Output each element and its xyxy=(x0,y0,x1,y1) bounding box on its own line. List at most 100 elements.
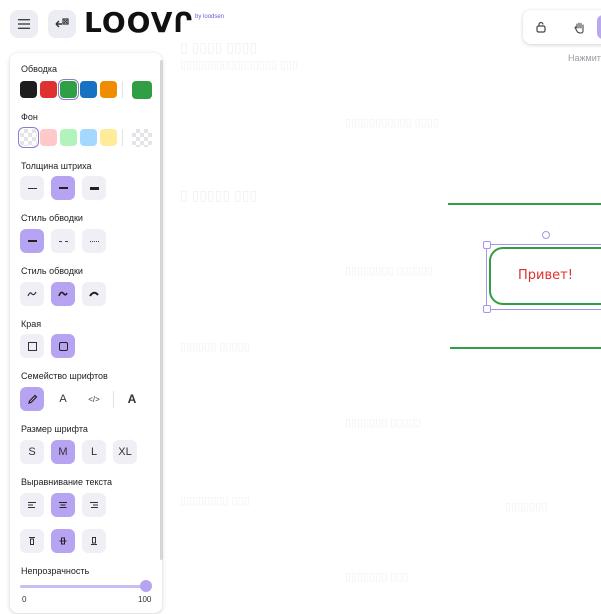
font-code-button[interactable]: </> xyxy=(82,387,106,411)
divider xyxy=(113,391,114,408)
ghost-text: ▯ ▯▯▯▯ ▯▯▯▯ xyxy=(180,39,258,55)
valign-bottom-icon xyxy=(91,537,97,546)
stroke-color-black[interactable] xyxy=(20,81,37,98)
stroke-width-extra-bold-button[interactable] xyxy=(82,176,106,200)
valign-bottom-button[interactable] xyxy=(82,529,106,553)
sloppiness-cartoonist-button[interactable] xyxy=(82,282,106,306)
hamburger-icon xyxy=(18,19,30,29)
shape-text[interactable]: Привет! xyxy=(518,268,573,283)
opacity-label: Непрозрачность xyxy=(21,566,90,576)
extra-bold-line-icon xyxy=(89,186,99,190)
app-logo: LOOVՐ by loodsen xyxy=(84,6,224,40)
opacity-min-label: 0 xyxy=(22,595,27,604)
ghost-text: ▯▯▯▯▯▯▯▯▯▯▯▯▯▯▯▯ ▯▯▯ xyxy=(180,59,299,71)
divider xyxy=(122,81,123,98)
ghost-text: ▯▯▯▯▯▯▯▯ ▯▯▯▯▯▯ xyxy=(345,265,433,277)
font-size-s-button[interactable]: S xyxy=(20,440,44,464)
valign-middle-button[interactable] xyxy=(51,529,75,553)
ghost-text: ▯▯▯▯▯▯▯ ▯▯▯▯▯ xyxy=(345,417,421,429)
align-left-button[interactable] xyxy=(20,493,44,517)
selection-tool-button[interactable] xyxy=(597,15,601,39)
hand-icon xyxy=(573,21,584,34)
valign-top-icon xyxy=(29,536,35,545)
font-size-m-button[interactable]: M xyxy=(51,440,75,464)
panel-scrollbar[interactable] xyxy=(160,60,163,560)
text-align-label: Выравнивание текста xyxy=(21,477,113,487)
sloppiness-label: Стиль обводки xyxy=(21,266,83,276)
dotted-line-icon xyxy=(89,240,99,242)
logo-text: LOOVՐ xyxy=(84,6,194,39)
sharp-corner-icon xyxy=(27,341,37,351)
divider xyxy=(122,129,123,146)
hand-tool-button[interactable] xyxy=(567,15,591,39)
background-color-transparent[interactable] xyxy=(20,129,37,146)
artist-curve-icon xyxy=(58,291,68,297)
ghost-text: ▯▯▯▯▯▯▯▯ ▯▯▯ xyxy=(180,495,250,507)
rotation-handle[interactable] xyxy=(542,231,550,239)
font-more-icon: A xyxy=(127,392,137,406)
opacity-slider-track[interactable] xyxy=(20,585,148,588)
stroke-color-orange[interactable] xyxy=(100,81,117,98)
pencil-icon xyxy=(27,394,37,404)
stroke-color-blue[interactable] xyxy=(80,81,97,98)
stroke-label: Обводка xyxy=(21,64,58,74)
properties-panel: Обводка Фон Толщина штриха Стиль обводки… xyxy=(10,53,162,613)
round-corner-icon xyxy=(58,341,68,351)
ghost-text: ▯ ▯▯▯▯▯ ▯▯▯ xyxy=(180,187,258,203)
align-right-icon xyxy=(90,501,98,509)
resize-handle-top-left[interactable] xyxy=(483,241,491,249)
background-color-current[interactable] xyxy=(132,129,152,147)
green-line-top[interactable] xyxy=(448,203,601,205)
background-label: Фон xyxy=(21,112,38,122)
font-size-label: Размер шрифта xyxy=(21,424,88,434)
align-center-icon xyxy=(59,501,67,509)
stroke-style-label: Стиль обводки xyxy=(21,213,83,223)
ghost-text: ▯▯▯▯▯▯▯ ▯▯▯ xyxy=(345,571,409,583)
opacity-slider-handle[interactable] xyxy=(140,580,152,592)
resize-handle-bottom-left[interactable] xyxy=(483,305,491,313)
align-center-button[interactable] xyxy=(51,493,75,517)
main-menu-button[interactable] xyxy=(10,10,38,38)
background-color-blue[interactable] xyxy=(80,129,97,146)
sloppiness-artist-button[interactable] xyxy=(51,282,75,306)
stroke-style-solid-button[interactable] xyxy=(20,229,44,253)
background-color-green[interactable] xyxy=(60,129,77,146)
font-normal-button[interactable]: A xyxy=(51,387,75,411)
background-color-yellow[interactable] xyxy=(100,129,117,146)
font-hand-drawn-button[interactable] xyxy=(20,387,44,411)
bold-line-icon xyxy=(58,187,68,189)
green-line-bottom[interactable] xyxy=(450,347,601,349)
stroke-width-thin-button[interactable] xyxy=(20,176,44,200)
lock-icon xyxy=(536,21,546,33)
exit-board-button[interactable] xyxy=(48,10,76,38)
stroke-style-dashed-button[interactable] xyxy=(51,229,75,253)
font-size-xl-button[interactable]: XL xyxy=(113,440,137,464)
ghost-text: ▯▯▯▯▯▯▯▯▯▯▯ ▯▯▯▯ xyxy=(345,117,439,129)
stroke-color-current[interactable] xyxy=(132,81,152,99)
stroke-color-green[interactable] xyxy=(60,81,77,98)
align-right-button[interactable] xyxy=(82,493,106,517)
straight-curve-icon xyxy=(27,291,37,297)
background-color-pink[interactable] xyxy=(40,129,57,146)
font-a-icon: A xyxy=(59,393,67,405)
valign-middle-icon xyxy=(59,537,67,545)
font-more-button[interactable]: A xyxy=(120,387,144,411)
thin-line-icon xyxy=(27,187,37,189)
solid-line-icon xyxy=(27,240,37,242)
edges-sharp-button[interactable] xyxy=(20,334,44,358)
sloppiness-architect-button[interactable] xyxy=(20,282,44,306)
main-toolbar xyxy=(523,10,601,44)
lock-tool-button[interactable] xyxy=(529,15,553,39)
font-family-label: Семейство шрифтов xyxy=(21,371,108,381)
opacity-max-label: 100 xyxy=(138,595,152,604)
align-left-icon xyxy=(28,501,36,509)
stroke-color-red[interactable] xyxy=(40,81,57,98)
edges-round-button[interactable] xyxy=(51,334,75,358)
stroke-style-dotted-button[interactable] xyxy=(82,229,106,253)
valign-top-button[interactable] xyxy=(20,529,44,553)
code-icon: </> xyxy=(88,394,100,404)
logo-by-text: by loodsen xyxy=(195,14,225,20)
stroke-width-bold-button[interactable] xyxy=(51,176,75,200)
toolbar-hint: Нажмит xyxy=(568,53,601,63)
font-size-l-button[interactable]: L xyxy=(82,440,106,464)
